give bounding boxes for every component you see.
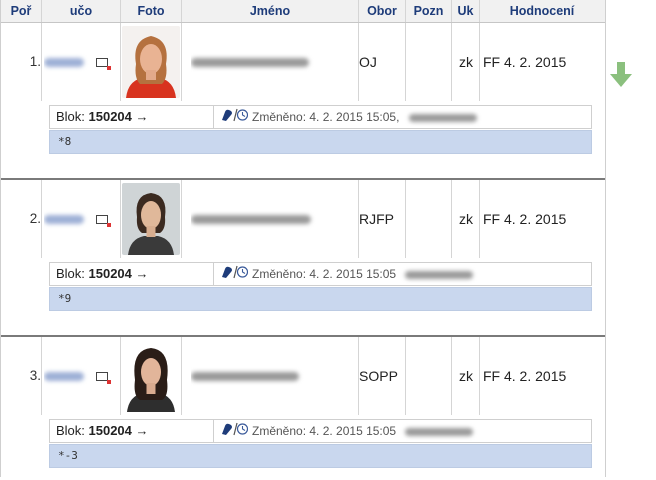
- grade-cell[interactable]: FF 4. 2. 2015: [483, 180, 601, 258]
- blok-info: Blok: 150204 → Změněno: 4. 2. 2015 15:05…: [49, 105, 592, 129]
- name-redacted: [191, 372, 299, 382]
- note-field[interactable]: *-3: [49, 444, 592, 468]
- name-cell: [191, 23, 351, 101]
- uk-cell: zk: [459, 54, 473, 70]
- student-record: 1. OJ zk FF 4. 2. 2015 Blok: 150204 → Zm…: [1, 23, 605, 180]
- changed-text: Změněno: 4. 2. 2015 15:05: [252, 424, 397, 438]
- student-photo: [122, 183, 180, 255]
- col-foto: Foto: [137, 4, 165, 18]
- name-cell: [191, 180, 351, 258]
- grade-cell[interactable]: FF 4. 2. 2015: [483, 23, 601, 101]
- blok-link[interactable]: Blok: 150204 →: [56, 420, 149, 442]
- note-field[interactable]: *9: [49, 287, 592, 311]
- blok-link[interactable]: Blok: 150204 →: [56, 106, 149, 128]
- changed-text: Změněno: 4. 2. 2015 15:05: [252, 267, 397, 281]
- uco-cell: [44, 337, 119, 415]
- row-number: 3.: [29, 368, 41, 383]
- results-table: Poř učo Foto Jméno Obor Pozn Uk Hodnocen…: [0, 0, 606, 477]
- editor-redacted: [405, 427, 474, 436]
- row-number: 1.: [29, 54, 41, 69]
- note-edit-icon[interactable]: [220, 107, 249, 129]
- student-photo: [122, 340, 180, 412]
- note-edit-icon[interactable]: [220, 421, 249, 443]
- note-field[interactable]: *8: [49, 130, 592, 154]
- student-photo: [122, 26, 180, 98]
- pozn-cell: [406, 23, 451, 101]
- page-link-icon[interactable]: [95, 215, 111, 228]
- obor-cell: RJFP: [359, 211, 394, 227]
- table-header: Poř učo Foto Jméno Obor Pozn Uk Hodnocen…: [1, 0, 605, 23]
- student-record: 2. RJFP zk FF 4. 2. 2015 Blok: 150204 → …: [1, 180, 605, 337]
- blok-link[interactable]: Blok: 150204 →: [56, 263, 149, 285]
- grade-cell[interactable]: FF 4. 2. 2015: [483, 337, 601, 415]
- col-pozn: Pozn: [413, 4, 444, 18]
- page-link-icon[interactable]: [95, 58, 111, 71]
- uco-redacted[interactable]: [44, 215, 84, 225]
- blok-info: Blok: 150204 → Změněno: 4. 2. 2015 15:05: [49, 262, 592, 286]
- uco-cell: [44, 23, 119, 101]
- row-number: 2.: [29, 211, 41, 226]
- editor-redacted: [408, 113, 477, 122]
- name-cell: [191, 337, 351, 415]
- page-link-icon[interactable]: [95, 372, 111, 385]
- col-uco[interactable]: učo: [42, 0, 120, 22]
- obor-cell: SOPP: [359, 368, 398, 384]
- uco-cell: [44, 180, 119, 258]
- col-hodnoceni: Hodnocení: [509, 4, 575, 18]
- note-edit-icon[interactable]: [220, 264, 249, 286]
- table-row: 3. SOPP zk FF 4. 2. 2015: [1, 337, 605, 415]
- col-por[interactable]: Poř: [1, 0, 41, 22]
- changed-text: Změněno: 4. 2. 2015 15:05,: [252, 110, 400, 124]
- name-redacted: [191, 215, 311, 225]
- name-redacted: [191, 58, 309, 68]
- col-obor[interactable]: Obor: [359, 0, 405, 22]
- pozn-cell: [406, 337, 451, 415]
- uco-redacted[interactable]: [44, 58, 84, 68]
- student-record: 3. SOPP zk FF 4. 2. 2015 Blok: 150204 → …: [1, 337, 605, 477]
- uk-cell: zk: [459, 368, 473, 384]
- table-row: 2. RJFP zk FF 4. 2. 2015: [1, 180, 605, 258]
- uk-cell: zk: [459, 211, 473, 227]
- blok-info: Blok: 150204 → Změněno: 4. 2. 2015 15:05: [49, 419, 592, 443]
- pozn-cell: [406, 180, 451, 258]
- editor-redacted: [405, 270, 474, 279]
- arrow-down-icon[interactable]: [610, 62, 632, 91]
- col-jmeno[interactable]: Jméno: [182, 0, 358, 22]
- table-row: 1. OJ zk FF 4. 2. 2015: [1, 23, 605, 101]
- col-uk: Uk: [457, 4, 474, 18]
- uco-redacted[interactable]: [44, 372, 84, 382]
- obor-cell: OJ: [359, 54, 377, 70]
